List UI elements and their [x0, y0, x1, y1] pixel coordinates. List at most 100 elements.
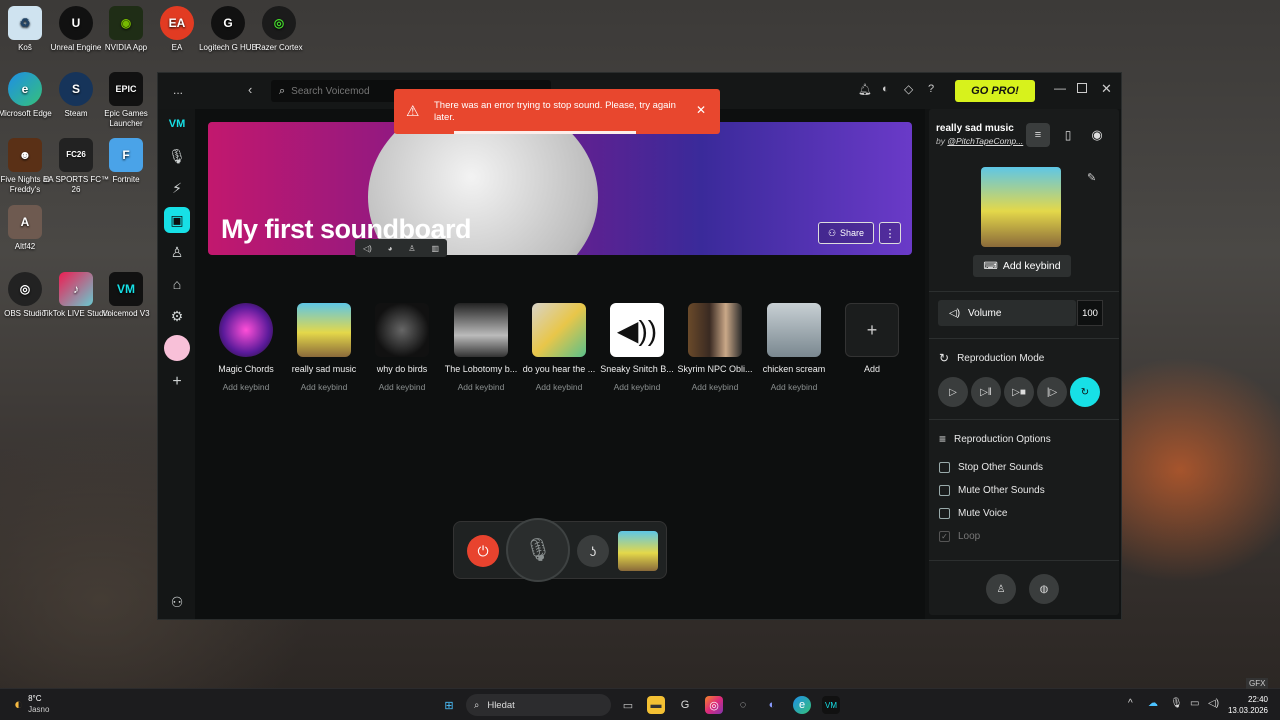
desktop-icon-epic[interactable]: EPIC Epic Games Launcher — [91, 72, 161, 129]
minimize-icon[interactable]: — — [1054, 81, 1066, 95]
play-icon[interactable]: ▷ — [938, 377, 968, 407]
weather-widget[interactable]: ◐ 8°C Jasno — [14, 693, 49, 715]
sound-thumbnail — [688, 303, 742, 357]
sound-thumbnail — [375, 303, 429, 357]
sliders-icon[interactable]: ≡ — [1026, 123, 1050, 147]
option-mute-other-sounds[interactable]: Mute Other Sounds — [939, 485, 1045, 496]
diamond-icon[interactable]: ◇ — [904, 82, 913, 96]
store-icon[interactable]: ⌂ — [164, 271, 190, 297]
add-keybind-button[interactable]: ⌨ Add keybind — [973, 255, 1071, 277]
option-stop-other-sounds[interactable]: Stop Other Sounds — [939, 462, 1043, 473]
sound-item[interactable]: why do birds Add keybind — [364, 303, 440, 392]
soundboard-banner: My first soundboard ⚇ Share ⋮ — [208, 122, 912, 255]
discord-icon[interactable]: ◐ — [763, 696, 781, 714]
help-icon[interactable]: ? — [928, 83, 934, 95]
user-icon[interactable]: ⚇ — [164, 589, 190, 615]
volume-control[interactable]: ◁) Volume — [938, 300, 1076, 326]
avatar[interactable] — [164, 335, 190, 361]
checkbox[interactable] — [939, 462, 950, 473]
bell-icon[interactable]: 🔔︎ — [858, 83, 872, 96]
effects-icon[interactable]: ⚡︎ — [164, 175, 190, 201]
hear-myself-button[interactable]: ʖ — [577, 535, 609, 567]
record-icon[interactable]: ◉ — [1085, 123, 1109, 147]
trash-icon[interactable]: ▥ — [431, 244, 439, 253]
close-icon[interactable]: ✕ — [1101, 81, 1112, 97]
speaker-tray-icon[interactable]: ◁) — [1208, 698, 1219, 709]
option-loop: ✓ Loop — [939, 531, 980, 542]
gfx-watermark: GFX — [1246, 678, 1269, 689]
soundboard-icon[interactable]: ▣ — [164, 207, 190, 233]
add-icon[interactable]: + — [164, 369, 190, 395]
palette-icon[interactable]: ◕ — [388, 244, 393, 253]
reproduction-options-heading: ≡ Reproduction Options — [939, 432, 1051, 446]
go-pro-button[interactable]: GO PRO! — [955, 80, 1035, 102]
checkbox-checked: ✓ — [939, 531, 950, 542]
globe-icon[interactable]: ◍ — [1029, 574, 1059, 604]
toast-progress-bar — [454, 131, 636, 134]
sound-item[interactable]: ◀)) Sneaky Snitch B... Add keybind — [599, 303, 675, 392]
clock[interactable]: 22:40 13.03.2026 — [1226, 694, 1268, 716]
desktop-icon-razer-cortex[interactable]: ◎ Razer Cortex — [244, 6, 314, 53]
mic-tray-icon[interactable]: 🎙︎ — [1170, 698, 1183, 709]
file-explorer-icon[interactable]: ▬ — [647, 696, 665, 714]
voicemod-logo-icon[interactable]: VM — [164, 111, 190, 137]
task-view-icon[interactable]: ▭ — [619, 696, 637, 714]
edge-icon[interactable]: e — [793, 696, 811, 714]
play-restart-icon[interactable]: |▷ — [1037, 377, 1067, 407]
sound-detail-panel: really sad music by @PitchTapeComp... ≡ … — [929, 109, 1119, 615]
voice-changer-icon[interactable]: 🎙︎ — [164, 143, 190, 169]
volume-value[interactable]: 100 — [1077, 300, 1103, 326]
windows-start-icon[interactable]: ⊞ — [440, 696, 458, 714]
sound-item[interactable]: Magic Chords Add keybind — [208, 303, 284, 392]
logitech-g-icon[interactable]: G — [676, 696, 694, 714]
chevron-up-icon[interactable]: ^ — [1128, 698, 1133, 709]
keybind-icon[interactable]: ♙ — [408, 244, 415, 253]
razer-icon[interactable]: ◌ — [734, 696, 752, 714]
back-chevron-icon[interactable]: ‹ — [248, 82, 252, 97]
weather-moon-icon: ◐ — [14, 695, 24, 713]
voicemod-window: ... ‹ ⌕ 🔔︎ ◐ ◇ ? GO PRO! — ✕ VM 🎙︎ ⚡︎ ▣ … — [157, 72, 1122, 620]
volume-icon[interactable]: ◁) — [363, 244, 372, 253]
taskbar: ◐ 8°C Jasno ⊞ ⌕ Hledat ▭ ▬ G ◎ ◌ ◐ e VM ^ … — [0, 688, 1280, 720]
more-options-icon[interactable]: ⋮ — [879, 222, 901, 244]
microphone-button[interactable]: 🎙︎ — [506, 518, 570, 582]
checkbox[interactable] — [939, 485, 950, 496]
voicelab-icon[interactable]: ♙ — [164, 239, 190, 265]
sound-item[interactable]: do you hear the ... Add keybind — [521, 303, 597, 392]
book-icon[interactable]: ▯ — [1056, 123, 1080, 147]
taskbar-search[interactable]: ⌕ Hledat — [466, 694, 611, 716]
sound-thumbnail — [532, 303, 586, 357]
sound-thumbnail — [219, 303, 273, 357]
share-button[interactable]: ⚇ Share — [818, 222, 874, 244]
add-sound-button[interactable]: + Add — [834, 303, 910, 374]
sound-item[interactable]: The Lobotomy b... Add keybind — [443, 303, 519, 392]
desktop-icon-fortnite[interactable]: F Fortnite — [91, 138, 161, 185]
menu-button[interactable]: ... — [173, 83, 183, 97]
voicelab-icon[interactable]: ♙ — [986, 574, 1016, 604]
sound-item[interactable]: chicken scream Add keybind — [756, 303, 832, 392]
desktop-icon-voicemod[interactable]: VM Voicemod V3 — [91, 272, 161, 319]
discord-icon[interactable]: ◐ — [882, 83, 889, 95]
search-icon: ⌕ — [279, 84, 286, 97]
sound-item[interactable]: Skyrim NPC Obli... Add keybind — [677, 303, 753, 392]
monitor-icon[interactable]: ▭ — [1190, 698, 1199, 709]
toast-close-icon[interactable]: ✕ — [696, 103, 706, 117]
search-icon: ⌕ — [474, 699, 480, 711]
sound-item[interactable]: really sad music Add keybind — [286, 303, 362, 392]
settings-gear-icon[interactable]: ⚙︎ — [164, 303, 190, 329]
current-voice-thumbnail[interactable] — [618, 531, 658, 571]
maximize-icon[interactable] — [1077, 83, 1087, 93]
option-mute-voice[interactable]: Mute Voice — [939, 508, 1007, 519]
reproduction-mode-buttons: ▷ ▷‖ ▷■ |▷ ↻ — [938, 377, 1100, 407]
desktop-icon-altf42[interactable]: A Altf42 — [0, 205, 60, 252]
play-stop-icon[interactable]: ▷■ — [1004, 377, 1034, 407]
play-pause-icon[interactable]: ▷‖ — [971, 377, 1001, 407]
edit-pencil-icon[interactable]: ✎ — [1087, 171, 1096, 184]
onedrive-icon[interactable]: ☁ — [1148, 698, 1158, 709]
power-button[interactable]: ⏻ — [467, 535, 499, 567]
checkbox[interactable] — [939, 508, 950, 519]
author-link[interactable]: @PitchTapeComp... — [947, 136, 1023, 146]
instagram-icon[interactable]: ◎ — [705, 696, 723, 714]
loop-mode-icon[interactable]: ↻ — [1070, 377, 1100, 407]
voicemod-taskbar-icon[interactable]: VM — [822, 696, 840, 714]
